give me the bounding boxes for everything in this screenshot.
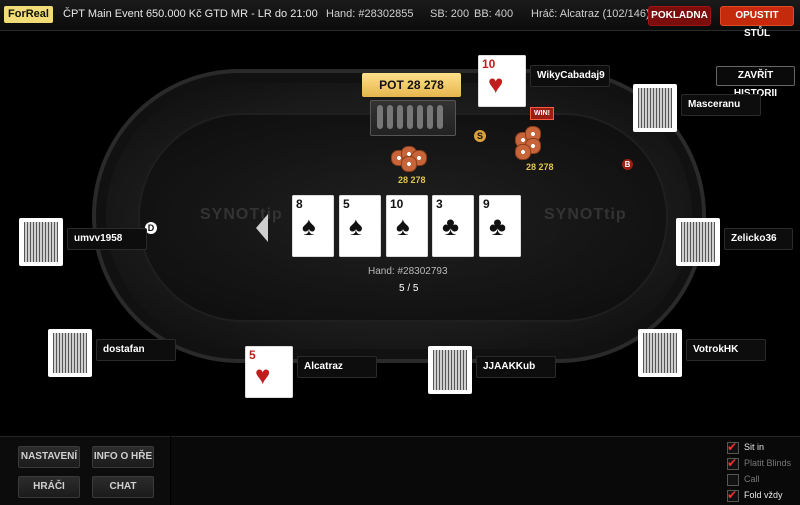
small-blind-value: SB: 200: [430, 8, 470, 20]
chip-rack: [370, 100, 456, 136]
player-name-masceranu: Masceranu: [681, 94, 761, 116]
cashier-button[interactable]: POKLADNA: [648, 6, 711, 26]
hand-number: Hand: #28302855: [326, 8, 414, 20]
pot-amount-left: 28 278: [398, 175, 426, 185]
board-card-2: 5 ♠: [339, 195, 381, 257]
history-progress: 5 / 5: [399, 283, 419, 294]
tournament-title: ČPT Main Event 650.000 Kč GTD MR - LR do…: [63, 8, 318, 20]
facedown-cards-jjaakkub: [428, 346, 472, 394]
player-name-wiky: WikyCabadaj9: [530, 65, 610, 87]
close-history-button[interactable]: ZAVŘÍT HISTORII: [716, 66, 795, 99]
board-card-1: 8 ♠: [292, 195, 334, 257]
table-watermark-left: SYNOTtip: [200, 206, 283, 223]
win-badge: WIN!: [530, 107, 554, 120]
board-card-4: 3 ♣: [432, 195, 474, 257]
pot-amount-right: 28 278: [526, 162, 554, 172]
checkbox-sit-in[interactable]: [727, 440, 739, 454]
bottom-right-panel: [171, 436, 800, 505]
label-pay-blinds: Platit Blinds: [744, 458, 792, 468]
big-blind-badge: B: [622, 159, 633, 170]
bottom-left-panel: NASTAVENÍ INFO O HŘE HRÁČI CHAT: [0, 436, 170, 505]
checkbox-call[interactable]: [727, 474, 739, 486]
player-name-votrokhk: VotrokHK: [686, 339, 766, 361]
facedown-cards-masceranu: [633, 84, 677, 132]
checkbox-pay-blinds[interactable]: [727, 456, 739, 470]
player-name-umvv1958: umvv1958: [67, 228, 147, 250]
board-card-3: 10 ♠: [386, 195, 428, 257]
game-info-button[interactable]: INFO O HŘE: [92, 446, 154, 468]
top-bar: ForReal ČPT Main Event 650.000 Kč GTD MR…: [0, 0, 800, 39]
player-name-dostafan: dostafan: [96, 339, 176, 361]
facedown-cards-umvv1958: [19, 218, 63, 266]
table-watermark-right: SYNOTtip: [544, 206, 627, 223]
pot-chip-stack-left: [391, 140, 427, 172]
chat-button[interactable]: CHAT: [92, 476, 154, 498]
player-name-jjaakkub: JJAAKKub: [476, 356, 556, 378]
player-name-alcatraz: Alcatraz: [297, 356, 377, 378]
hand-history-label: Hand: #28302793: [368, 266, 448, 277]
pot-chip-stack-right: [515, 122, 551, 160]
players-button[interactable]: HRÁČI: [18, 476, 80, 498]
checkbox-fold-always[interactable]: [727, 488, 739, 502]
big-blind-value: BB: 400: [474, 8, 514, 20]
player-card-alcatraz: 5 ♥: [245, 346, 293, 398]
pot-label: POT 28 278: [362, 73, 461, 97]
history-back-arrow-icon[interactable]: [256, 214, 268, 242]
facedown-cards-zelicko36: [676, 218, 720, 266]
facedown-cards-dostafan: [48, 329, 92, 377]
player-info: Hráč: Alcatraz (102/146): [531, 8, 650, 20]
settings-button[interactable]: NASTAVENÍ: [18, 446, 80, 468]
forreal-badge: ForReal: [4, 6, 53, 23]
small-blind-badge: S: [474, 130, 486, 142]
label-sit-in: Sit in: [744, 442, 765, 452]
leave-table-button[interactable]: OPUSTIT STŮL: [720, 6, 794, 39]
facedown-cards-votrokhk: [638, 329, 682, 377]
board-card-5: 9 ♣: [479, 195, 521, 257]
player-name-zelicko36: Zelicko36: [724, 228, 793, 250]
label-call: Call: [744, 474, 760, 484]
player-card-wiky: 10 ♥: [478, 55, 526, 107]
label-fold-always: Fold vždy: [744, 490, 783, 500]
